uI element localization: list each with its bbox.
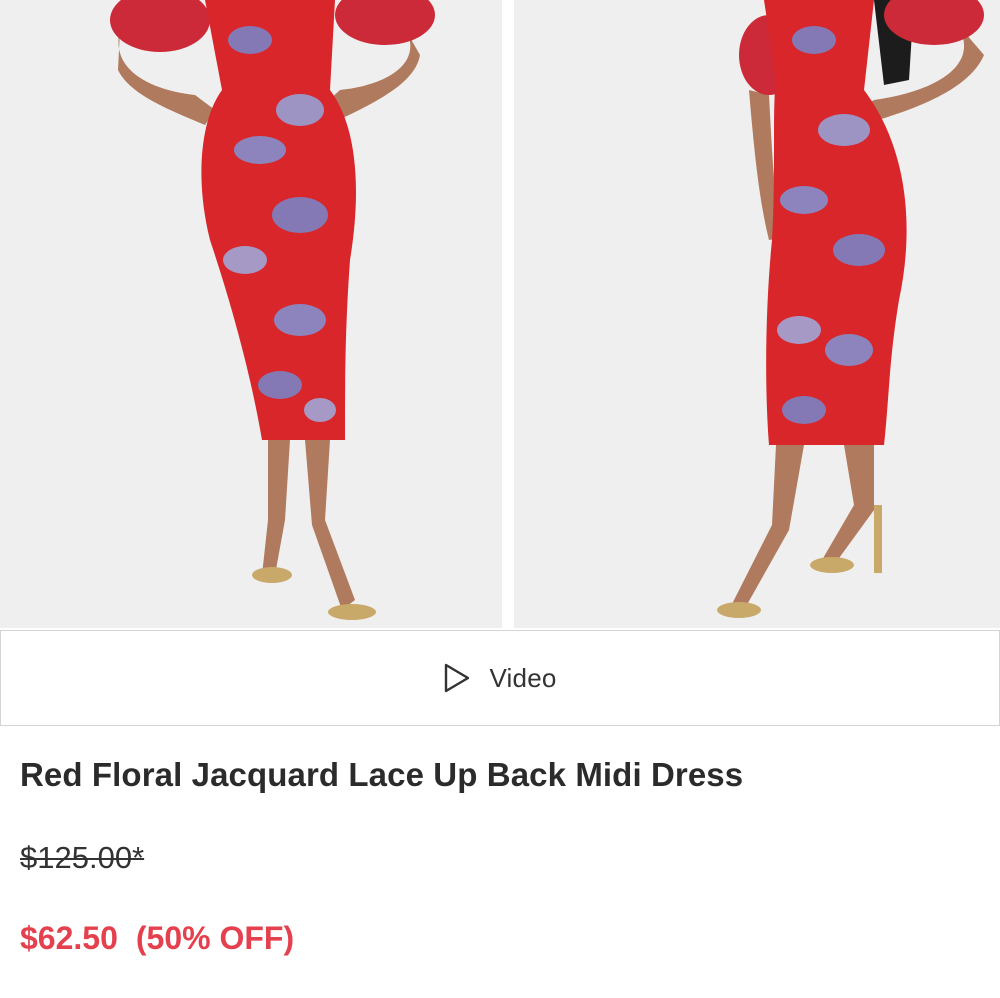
play-icon (443, 663, 471, 693)
sale-price: $62.50 (20, 920, 118, 956)
dress-side-illustration (514, 0, 1000, 628)
discount-badge: (50% OFF) (135, 920, 295, 956)
video-label: Video (489, 662, 557, 693)
original-price: $125.00* (20, 840, 145, 875)
video-button[interactable]: Video (0, 630, 1000, 726)
product-title: Red Floral Jacquard Lace Up Back Midi Dr… (20, 756, 744, 793)
sale-price-row: $62.50 (50% OFF) (20, 920, 294, 957)
product-image-front[interactable] (0, 0, 502, 628)
product-image-side[interactable] (514, 0, 1000, 628)
product-gallery (0, 0, 1000, 628)
dress-front-illustration (0, 0, 502, 628)
